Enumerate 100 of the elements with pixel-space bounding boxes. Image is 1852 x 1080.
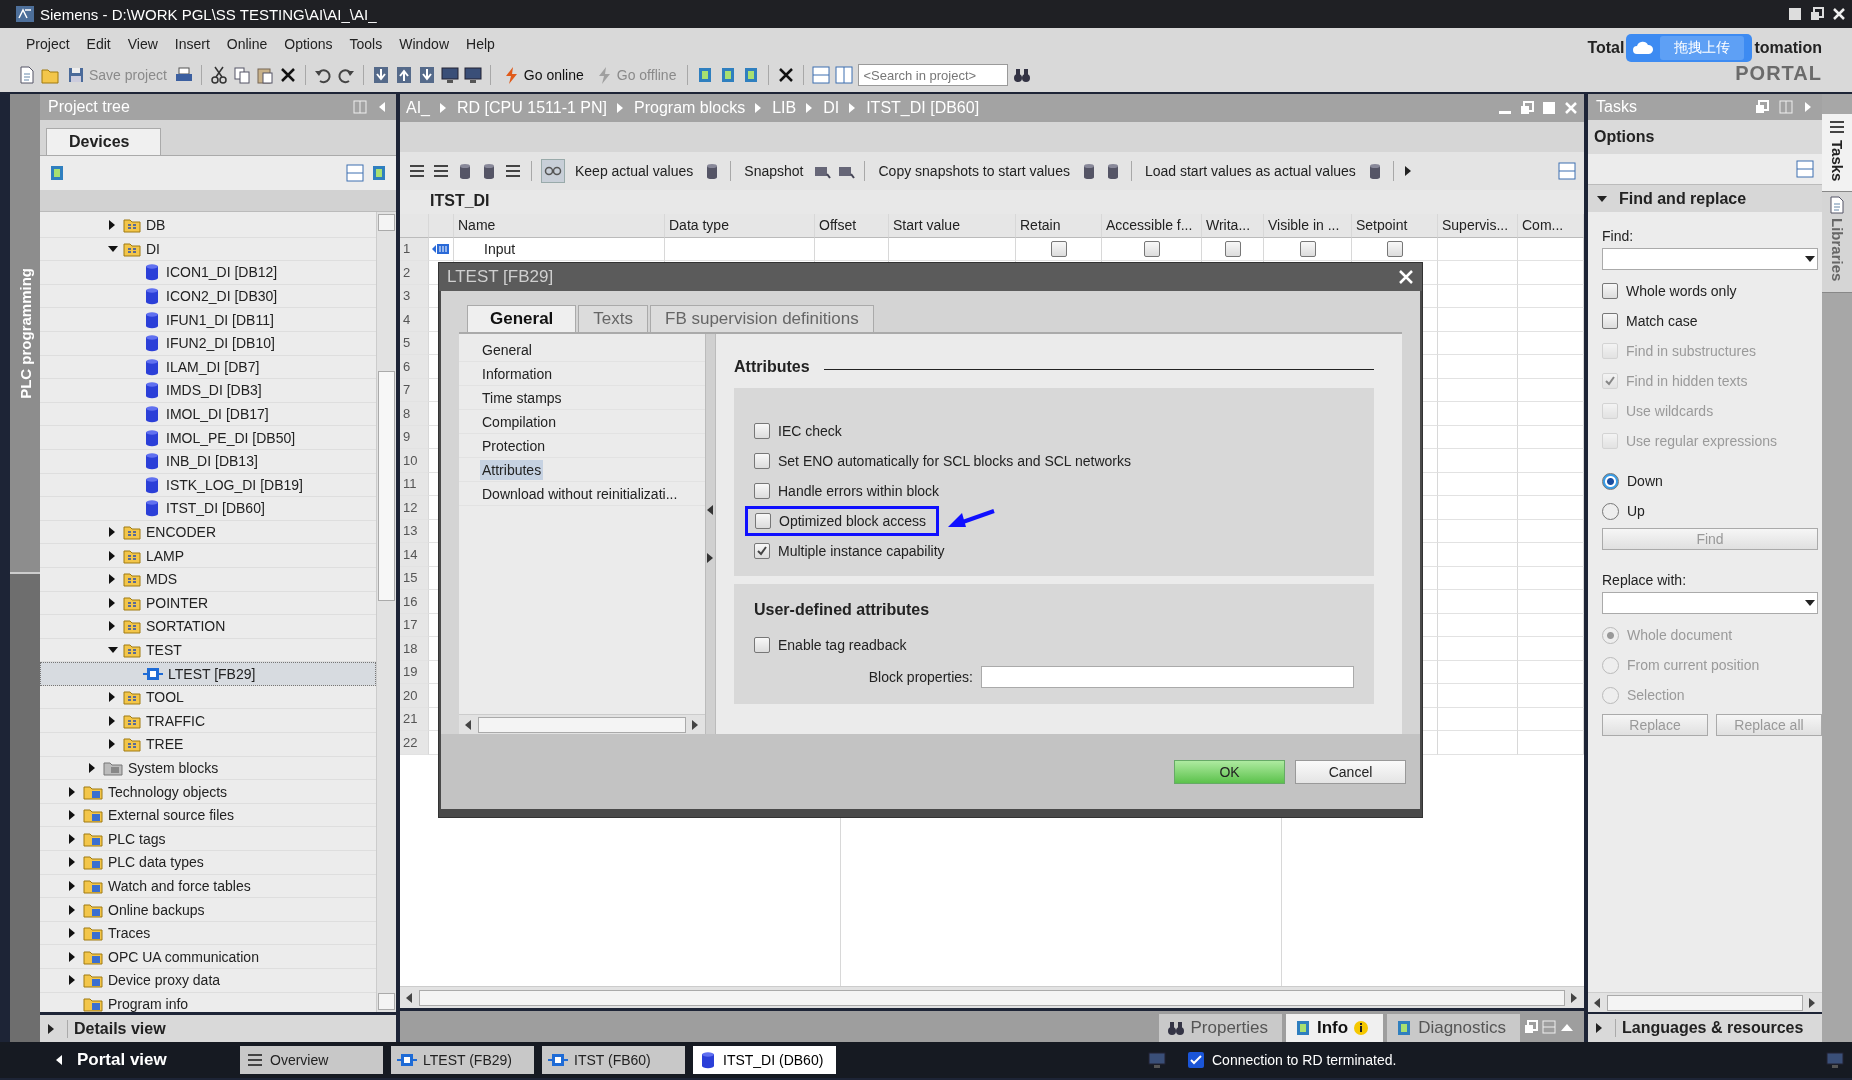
device-icon[interactable]: [48, 164, 66, 182]
float-icon[interactable]: [1520, 101, 1534, 115]
checkbox[interactable]: [754, 423, 770, 439]
dropdown-field[interactable]: [1602, 592, 1818, 614]
tree-item[interactable]: DI: [40, 237, 376, 262]
redo-icon[interactable]: [336, 66, 355, 84]
binoculars-icon[interactable]: [1013, 66, 1032, 84]
column-header[interactable]: Accessible f...: [1102, 214, 1202, 238]
tree-item[interactable]: TREE: [40, 733, 376, 757]
tree-item[interactable]: LAMP: [40, 544, 376, 568]
radio-button[interactable]: [1602, 502, 1619, 520]
split-view-icon[interactable]: [346, 164, 364, 182]
tree-item[interactable]: IFUN2_DI [DB10]: [40, 331, 376, 356]
tree-item[interactable]: Watch and force tables: [40, 874, 376, 899]
checkbox[interactable]: [754, 483, 770, 499]
column-header[interactable]: Offset: [815, 214, 889, 238]
column-header[interactable]: Setpoint: [1352, 214, 1438, 238]
taskbar-tab[interactable]: Overview: [240, 1046, 383, 1074]
tree-item[interactable]: TOOL: [40, 685, 376, 710]
download-icon[interactable]: [371, 66, 390, 84]
float-icon[interactable]: [1755, 100, 1769, 114]
close-icon[interactable]: [1832, 7, 1846, 21]
tree-item[interactable]: IMDS_DI [DB3]: [40, 379, 376, 403]
nav-item[interactable]: Download without reinitializati...: [480, 483, 680, 504]
ok-button[interactable]: OK: [1174, 759, 1285, 784]
tree-item[interactable]: INB_DI [DB13]: [40, 449, 376, 474]
undo-icon[interactable]: [313, 66, 332, 84]
tree-item[interactable]: LTEST [FB29]: [40, 662, 376, 686]
tree-item[interactable]: ILAM_DI [DB7]: [40, 355, 376, 380]
dropdown-field[interactable]: [1602, 248, 1818, 270]
tree-item[interactable]: IMOL_PE_DI [DB50]: [40, 426, 376, 450]
toolbar-button[interactable]: Go online: [498, 66, 587, 84]
download-icon[interactable]: [417, 66, 436, 84]
scrollbar[interactable]: [376, 212, 396, 1012]
tree-item[interactable]: POINTER: [40, 591, 376, 616]
tree-item[interactable]: ICON1_DI [DB12]: [40, 261, 376, 285]
tree-item[interactable]: Traces: [40, 921, 376, 946]
checkbox[interactable]: [1602, 313, 1618, 329]
cancel-button[interactable]: Cancel: [1295, 759, 1406, 784]
checkbox[interactable]: [1602, 283, 1618, 299]
scrollbar[interactable]: [459, 714, 705, 734]
nav-item[interactable]: Attributes: [480, 459, 544, 480]
tree-item[interactable]: Online backups: [40, 898, 376, 922]
tab[interactable]: Info: [1285, 1014, 1384, 1042]
search-field[interactable]: <Search in project>: [858, 64, 1009, 86]
taskbar-tab[interactable]: ITST_DI (DB60): [693, 1046, 836, 1074]
split-view-icon[interactable]: [1796, 160, 1814, 178]
tree-item[interactable]: External source files: [40, 803, 376, 828]
tree-item[interactable]: ITST_DI [DB60]: [40, 497, 376, 521]
nav-item[interactable]: Protection: [480, 435, 548, 456]
tree-item[interactable]: MDS: [40, 567, 376, 592]
scroll-thumb[interactable]: [478, 716, 686, 733]
text-field[interactable]: [981, 666, 1354, 688]
toolbar-button[interactable]: Copy snapshots to start values: [874, 163, 1074, 179]
collapse-arrow-icon[interactable]: [705, 504, 716, 516]
scroll-left-icon[interactable]: [1592, 996, 1603, 1009]
list-icon[interactable]: [504, 162, 522, 180]
toolbar-button[interactable]: Snapshot: [740, 163, 808, 179]
checkbox[interactable]: [1143, 240, 1160, 257]
scissors-icon[interactable]: [209, 66, 228, 84]
list-icon[interactable]: [432, 162, 450, 180]
toggle-button[interactable]: [541, 159, 565, 183]
printer-icon[interactable]: [174, 66, 193, 84]
upload-icon[interactable]: [394, 66, 413, 84]
split-view-icon[interactable]: [835, 66, 854, 84]
menu-item[interactable]: Project: [18, 36, 79, 52]
tree-item[interactable]: IMOL_DI [DB17]: [40, 402, 376, 427]
column-header[interactable]: Name: [454, 214, 665, 238]
portal-view-button[interactable]: Portal view: [48, 1049, 232, 1071]
tab[interactable]: Texts: [578, 305, 648, 332]
monitor-icon[interactable]: [440, 66, 459, 84]
cross-icon[interactable]: [278, 66, 297, 84]
menu-item[interactable]: Edit: [78, 36, 120, 52]
menu-item[interactable]: Tools: [341, 36, 392, 52]
scroll-thumb[interactable]: [378, 371, 395, 601]
tab[interactable]: Properties: [1159, 1014, 1282, 1042]
toolbar-button[interactable]: Keep actual values: [571, 163, 698, 179]
tab[interactable]: General: [467, 305, 577, 332]
checkbox[interactable]: [1299, 240, 1316, 257]
tree-item[interactable]: PLC tags: [40, 827, 376, 852]
tree-item[interactable]: ISTK_LOG_DI [DB19]: [40, 473, 376, 498]
nav-item[interactable]: Time stamps: [480, 387, 564, 408]
copy-icon[interactable]: [232, 66, 251, 84]
tree-item[interactable]: TRAFFIC: [40, 709, 376, 734]
nav-item[interactable]: Information: [480, 363, 555, 384]
tree-item[interactable]: DB: [40, 214, 376, 238]
tree-item[interactable]: SORTATION: [40, 615, 376, 639]
section-header[interactable]: Find and replace: [1588, 184, 1822, 212]
cross-icon[interactable]: [777, 66, 796, 84]
tree-item[interactable]: PLC data types: [40, 851, 376, 875]
scroll-thumb[interactable]: [419, 989, 1565, 1006]
checkbox[interactable]: [754, 637, 770, 653]
panel-header[interactable]: Languages & resources: [1588, 1012, 1822, 1042]
column-header[interactable]: Data type: [665, 214, 815, 238]
maximize-icon[interactable]: [1810, 7, 1824, 21]
scrollbar[interactable]: [1588, 992, 1822, 1012]
document-icon[interactable]: [18, 66, 36, 84]
scroll-left-icon[interactable]: [404, 991, 415, 1004]
tab[interactable]: FB supervision definitions: [650, 305, 874, 332]
checkbox[interactable]: [1386, 240, 1403, 257]
